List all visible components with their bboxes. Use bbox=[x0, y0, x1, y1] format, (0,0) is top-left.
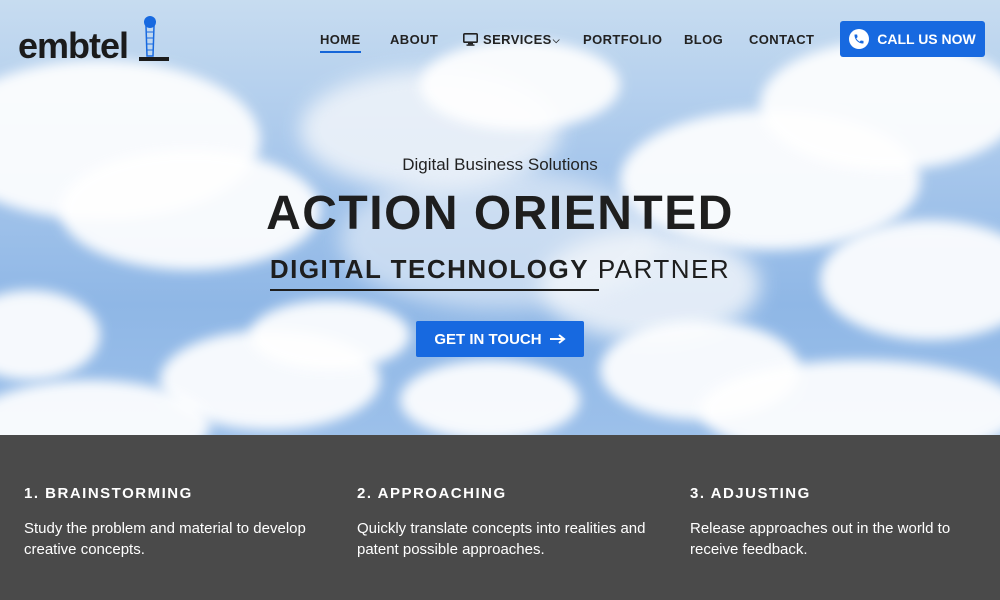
step-brainstorming: 1. BRAINSTORMING Study the problem and m… bbox=[24, 485, 314, 560]
nav-portfolio[interactable]: PORTFOLIO bbox=[583, 32, 662, 47]
step-adjusting: 3. ADJUSTING Release approaches out in t… bbox=[690, 485, 980, 560]
logo-text: embtel bbox=[18, 25, 129, 66]
hero-subtitle: Digital Business Solutions bbox=[402, 155, 598, 174]
call-us-button[interactable]: CALL US NOW bbox=[840, 21, 985, 57]
nav-contact[interactable]: CONTACT bbox=[749, 32, 814, 47]
step-title: 3. ADJUSTING bbox=[690, 485, 811, 502]
step-text: Release approaches out in the world to r… bbox=[690, 520, 951, 558]
get-in-touch-label: GET IN TOUCH bbox=[434, 330, 542, 348]
get-in-touch-button[interactable]: GET IN TOUCH bbox=[416, 321, 584, 357]
step-text: Quickly translate concepts into realitie… bbox=[357, 520, 646, 558]
process-steps: 1. BRAINSTORMING Study the problem and m… bbox=[0, 435, 1000, 600]
nav-services[interactable]: SERVICES⌵ bbox=[463, 32, 560, 47]
chevron-down-icon: ⌵ bbox=[552, 35, 560, 45]
tagline-highlight: DIGITAL TECHNOLOGY bbox=[269, 254, 600, 291]
phone-icon bbox=[849, 29, 870, 49]
hero-tagline: DIGITAL TECHNOLOGY PARTNER bbox=[0, 254, 1000, 291]
call-us-label: CALL US NOW bbox=[877, 31, 976, 47]
nav-about[interactable]: ABOUT bbox=[390, 32, 438, 47]
logo-mark-icon bbox=[139, 16, 169, 61]
tagline-rest: PARTNER bbox=[597, 254, 731, 284]
brand-logo[interactable]: embtel bbox=[18, 16, 178, 66]
arrow-right-icon bbox=[549, 334, 566, 344]
site-header: embtel HOME ABOUT SERVICES⌵ PORTFOLIO BL… bbox=[0, 0, 1000, 80]
nav-home[interactable]: HOME bbox=[320, 32, 361, 53]
monitor-icon bbox=[463, 33, 478, 46]
nav-blog[interactable]: BLOG bbox=[684, 32, 723, 47]
step-title: 2. APPROACHING bbox=[357, 485, 507, 502]
step-title: 1. BRAINSTORMING bbox=[24, 485, 193, 502]
step-text: Study the problem and material to develo… bbox=[24, 520, 306, 558]
hero-headline: ACTION ORIENTED bbox=[266, 187, 734, 240]
nav-services-label: SERVICES bbox=[483, 32, 552, 47]
step-approaching: 2. APPROACHING Quickly translate concept… bbox=[357, 485, 647, 560]
